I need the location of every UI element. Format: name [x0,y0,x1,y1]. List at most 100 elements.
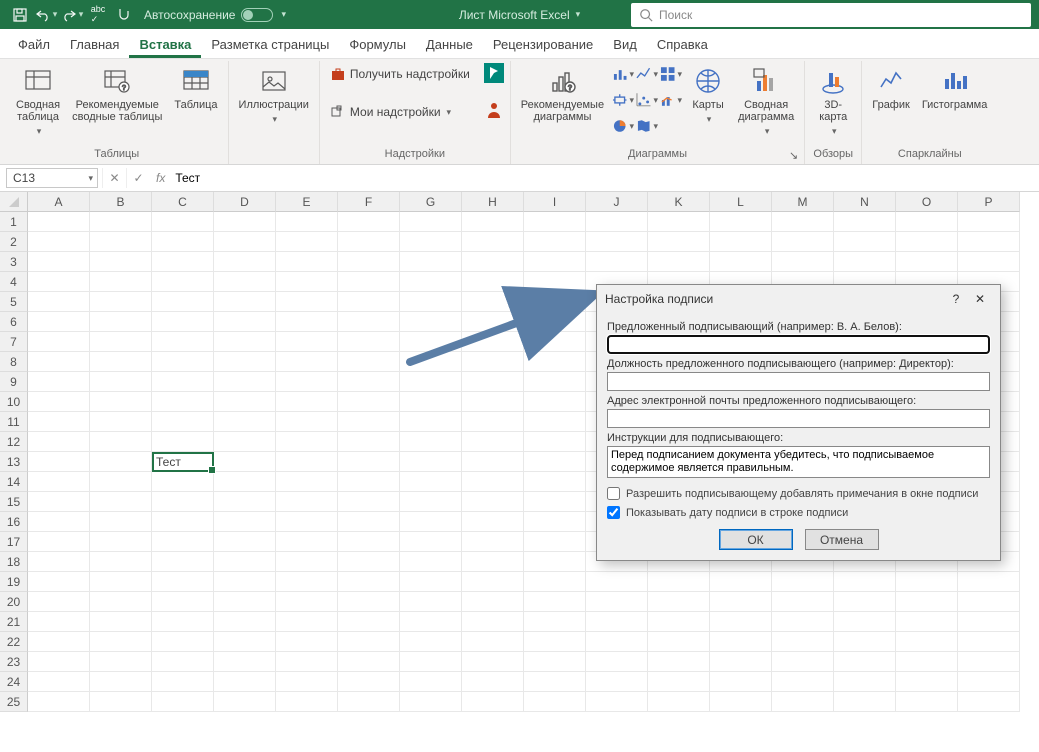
scatter-chart-icon[interactable]: ▾ [636,89,658,111]
cell[interactable] [276,652,338,672]
cell[interactable] [524,312,586,332]
cell[interactable] [214,312,276,332]
cell[interactable] [462,512,524,532]
spell-check-icon[interactable]: abc✓ [86,4,110,26]
cell[interactable] [338,612,400,632]
cell[interactable] [400,252,462,272]
touch-mode-icon[interactable] [112,4,136,26]
row-header[interactable]: 7 [0,332,28,352]
column-header[interactable]: E [276,192,338,212]
column-header[interactable]: M [772,192,834,212]
cell[interactable] [462,472,524,492]
column-header[interactable]: P [958,192,1020,212]
cell[interactable] [90,352,152,372]
cell[interactable] [28,612,90,632]
cell[interactable] [152,252,214,272]
cell[interactable] [152,672,214,692]
cell[interactable] [896,672,958,692]
cell[interactable] [400,632,462,652]
row-header[interactable]: 2 [0,232,28,252]
cell[interactable] [648,232,710,252]
cell[interactable] [28,312,90,332]
cell[interactable] [462,312,524,332]
cell[interactable] [338,432,400,452]
row-header[interactable]: 6 [0,312,28,332]
cell[interactable] [90,292,152,312]
cell[interactable] [772,252,834,272]
fx-icon[interactable]: fx [150,171,171,185]
cancel-button[interactable]: Отмена [805,529,879,550]
cell[interactable] [152,632,214,652]
charts-launcher-icon[interactable]: ↘ [789,149,798,162]
cell[interactable] [400,392,462,412]
search-box[interactable]: Поиск [631,3,1031,27]
cell[interactable] [276,312,338,332]
cell[interactable] [462,692,524,712]
cell[interactable] [524,532,586,552]
row-header[interactable]: 25 [0,692,28,712]
cell[interactable] [400,692,462,712]
cell[interactable] [400,432,462,452]
recommended-pivot-button[interactable]: ? Рекомендуемые сводные таблицы [68,63,166,125]
tab-view[interactable]: Вид [603,31,647,58]
cell[interactable] [152,692,214,712]
allow-comments-input[interactable] [607,487,620,500]
cell[interactable] [400,312,462,332]
cell[interactable] [400,292,462,312]
cell[interactable] [772,692,834,712]
column-header[interactable]: I [524,192,586,212]
cell[interactable] [28,572,90,592]
cell[interactable] [462,632,524,652]
cell[interactable] [710,652,772,672]
cell[interactable] [28,412,90,432]
cell[interactable] [896,592,958,612]
cell[interactable] [524,392,586,412]
cell[interactable] [338,412,400,432]
cell[interactable] [90,452,152,472]
cell[interactable] [152,612,214,632]
row-header[interactable]: 18 [0,552,28,572]
tab-home[interactable]: Главная [60,31,129,58]
row-header[interactable]: 14 [0,472,28,492]
cell[interactable] [214,272,276,292]
cell[interactable] [958,212,1020,232]
cell[interactable] [400,592,462,612]
column-header[interactable]: C [152,192,214,212]
cell[interactable] [338,692,400,712]
cell[interactable] [524,252,586,272]
cell[interactable] [276,512,338,532]
tab-data[interactable]: Данные [416,31,483,58]
cell[interactable] [834,672,896,692]
cell[interactable] [28,212,90,232]
cell[interactable] [462,352,524,372]
cell[interactable] [152,352,214,372]
cell[interactable] [338,592,400,612]
cell[interactable] [90,392,152,412]
cell[interactable] [772,632,834,652]
map-chart-icon[interactable]: ▾ [636,115,658,137]
cell[interactable] [462,492,524,512]
cell[interactable] [958,692,1020,712]
cell[interactable] [276,452,338,472]
column-header[interactable]: G [400,192,462,212]
cell[interactable] [710,692,772,712]
cell[interactable] [28,352,90,372]
tab-formulas[interactable]: Формулы [339,31,416,58]
row-headers[interactable]: 1234567891011121314151617181920212223242… [0,212,28,712]
cell[interactable] [28,252,90,272]
cell[interactable] [90,332,152,352]
cell[interactable] [772,652,834,672]
cell[interactable] [462,652,524,672]
cell[interactable] [338,492,400,512]
dialog-titlebar[interactable]: Настройка подписи ? ✕ [597,285,1000,313]
cell[interactable] [586,692,648,712]
cell[interactable] [276,332,338,352]
dialog-help-button[interactable]: ? [944,289,968,309]
row-header[interactable]: 11 [0,412,28,432]
cell[interactable] [152,512,214,532]
cell[interactable] [28,592,90,612]
combo-chart-icon[interactable]: ▾ [660,89,682,111]
accept-formula-icon[interactable]: ✓ [126,168,150,188]
row-header[interactable]: 13 [0,452,28,472]
pie-chart-icon[interactable]: ▾ [612,115,634,137]
